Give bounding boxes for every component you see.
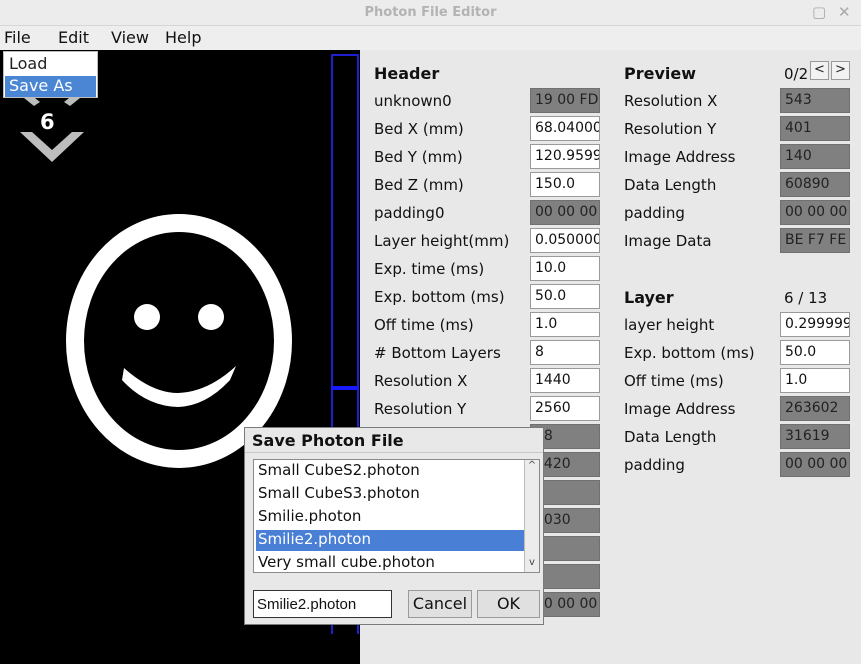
filename-input[interactable] — [253, 590, 392, 618]
frame-line-top — [331, 54, 359, 56]
field-label: layer height — [624, 316, 715, 334]
editable-value-field[interactable]: 8 — [530, 340, 600, 365]
field-label: Exp. bottom (ms) — [624, 344, 755, 362]
field-label: padding — [624, 456, 685, 474]
editable-value-field[interactable]: 1.0 — [780, 368, 850, 393]
field-label: Image Data — [624, 232, 712, 250]
field-label: Off time (ms) — [374, 316, 474, 334]
field-label: Exp. time (ms) — [374, 260, 485, 278]
editable-value-field[interactable]: 1.0 — [530, 312, 600, 337]
readonly-value-field: BE F7 FE — [780, 228, 850, 253]
editable-value-field[interactable]: 50.0 — [530, 284, 600, 309]
preview-count: 0/2 — [784, 65, 809, 83]
editable-value-field[interactable]: 50.0 — [780, 340, 850, 365]
file-list-item[interactable]: Very small cube.photon — [256, 553, 524, 572]
field-label: Image Address — [624, 148, 736, 166]
field-label: Resolution X — [624, 92, 718, 110]
readonly-value-field: 60890 — [780, 172, 850, 197]
field-label: Data Length — [624, 176, 717, 194]
readonly-value-field: 00 00 00 — [530, 200, 600, 225]
field-label: Bed Z (mm) — [374, 176, 464, 194]
field-label: Resolution Y — [624, 120, 717, 138]
chevron-down-icon[interactable] — [20, 92, 84, 176]
field-label: unknown0 — [374, 92, 452, 110]
field-label: padding0 — [374, 204, 445, 222]
editable-value-field[interactable]: 120.9599 — [530, 144, 600, 169]
field-label: Bed Y (mm) — [374, 148, 463, 166]
field-label: # Bottom Layers — [374, 344, 501, 362]
header-section-title: Header — [374, 64, 440, 83]
readonly-value-field: 19 00 FD — [530, 88, 600, 113]
dialog-title: Save Photon File — [252, 431, 404, 450]
preview-section-title: Preview — [624, 64, 697, 83]
file-list-item[interactable]: Small CubeS2.photon — [256, 461, 524, 482]
menu-help[interactable]: Help — [165, 28, 201, 47]
readonly-value-field: 00 00 00 — [780, 452, 850, 477]
editable-value-field[interactable]: 10.0 — [530, 256, 600, 281]
field-label: Exp. bottom (ms) — [374, 288, 505, 306]
file-menu-dropdown: Load Save As — [3, 51, 98, 98]
dialog-title-divider — [245, 452, 543, 453]
cancel-button[interactable]: Cancel — [408, 590, 472, 618]
file-list-item[interactable]: Small CubeS3.photon — [256, 484, 524, 505]
field-label: Data Length — [624, 428, 717, 446]
preview-next-button[interactable]: > — [831, 61, 850, 80]
field-label: Resolution Y — [374, 400, 467, 418]
layer-count: 6 / 13 — [784, 289, 828, 307]
editable-value-field[interactable]: 150.0 — [530, 172, 600, 197]
file-list-item[interactable]: Smilie.photon — [256, 507, 524, 528]
file-list-item-selected[interactable]: Smilie2.photon — [256, 530, 524, 551]
scroll-up-icon[interactable]: ^ — [525, 460, 539, 474]
readonly-value-field: 401 — [780, 116, 850, 141]
editable-value-field[interactable]: 1440 — [530, 368, 600, 393]
readonly-value-field: 263602 — [780, 396, 850, 421]
field-label: Off time (ms) — [624, 372, 724, 390]
editable-value-field[interactable]: 2560 — [530, 396, 600, 421]
readonly-value-field: 543 — [780, 88, 850, 113]
menu-edit[interactable]: Edit — [58, 28, 89, 47]
readonly-value-field: 31619 — [780, 424, 850, 449]
layer-section-title: Layer — [624, 288, 674, 307]
close-button[interactable]: ✕ — [838, 3, 851, 21]
field-label: Image Address — [624, 400, 736, 418]
file-list-scrollbar[interactable]: ^ v — [524, 460, 539, 572]
menu-item-load[interactable]: Load — [5, 54, 96, 75]
minimize-button[interactable]: ▢ — [812, 3, 826, 21]
menu-bar: File Edit View Help — [0, 26, 861, 50]
field-label: padding — [624, 204, 685, 222]
field-label: Bed X (mm) — [374, 120, 464, 138]
editable-value-field[interactable]: 0.299999 — [780, 312, 850, 337]
field-label: Resolution X — [374, 372, 468, 390]
layer-number: 6 — [40, 110, 55, 134]
save-file-dialog: Save Photon File Small CubeS2.photon Sma… — [244, 427, 544, 625]
readonly-value-field: 00 00 00 — [780, 200, 850, 225]
window-title: Photon File Editor — [364, 5, 497, 20]
ok-button[interactable]: OK — [477, 590, 540, 618]
scroll-down-icon[interactable]: v — [525, 557, 539, 571]
file-list[interactable]: Small CubeS2.photon Small CubeS3.photon … — [253, 459, 540, 573]
preview-prev-button[interactable]: < — [810, 61, 829, 80]
title-bar: Photon File Editor ▢ ✕ — [0, 0, 861, 26]
menu-file[interactable]: File — [4, 28, 31, 47]
menu-item-save-as[interactable]: Save As — [5, 76, 96, 97]
readonly-value-field: 140 — [780, 144, 850, 169]
editable-value-field[interactable]: 0.050000 — [530, 228, 600, 253]
editable-value-field[interactable]: 68.04000 — [530, 116, 600, 141]
frame-line-marker — [331, 386, 359, 390]
menu-view[interactable]: View — [111, 28, 149, 47]
layer-navigator: 6 — [20, 92, 84, 176]
field-label: Layer height(mm) — [374, 232, 510, 250]
